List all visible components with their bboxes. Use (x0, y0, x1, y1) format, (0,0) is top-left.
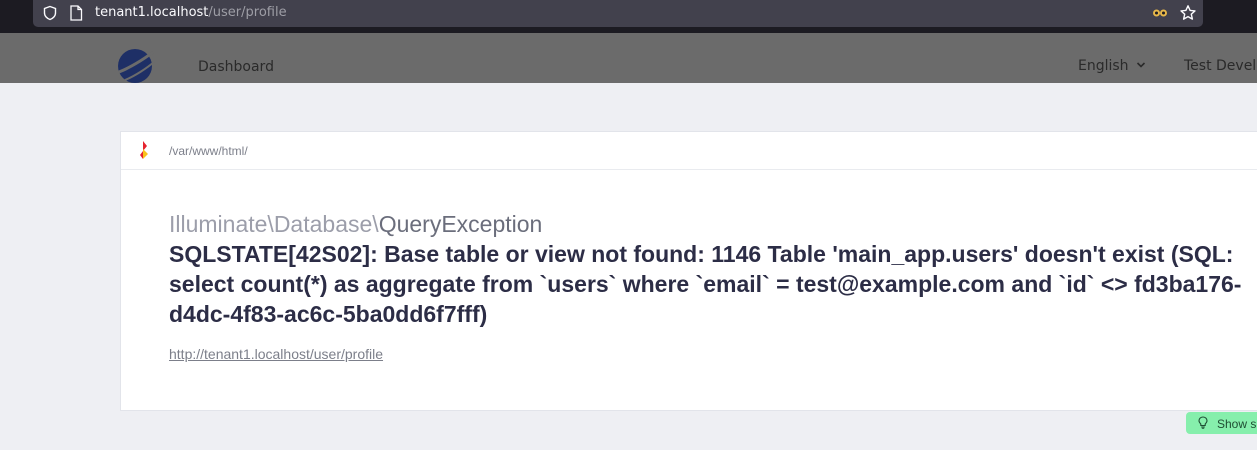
ignition-icon (140, 141, 148, 159)
nav-link-dashboard[interactable]: Dashboard (198, 59, 274, 75)
url-text[interactable]: tenant1.localhost/user/profile (95, 5, 287, 20)
exception-class: Illuminate\Database\QueryException (169, 211, 542, 238)
exception-namespace: Illuminate\Database\ (169, 211, 379, 237)
exception-message: SQLSTATE[42S02]: Base table or view not … (169, 241, 1242, 327)
address-bar[interactable]: tenant1.localhost/user/profile (33, 0, 1203, 27)
error-card: /var/www/html/ Illuminate\Database\Query… (120, 131, 1257, 411)
exception-class-name: QueryException (378, 211, 543, 237)
url-path: /user/profile (208, 5, 287, 20)
chevron-down-icon[interactable] (1136, 60, 1146, 70)
app-logo[interactable] (117, 48, 155, 84)
show-solutions-button[interactable]: Show s (1186, 412, 1257, 434)
user-menu[interactable]: Test Develo (1184, 58, 1257, 74)
page-icon (70, 5, 83, 21)
app-navbar: Dashboard English Test Develo (0, 33, 1257, 83)
browser-toolbar: tenant1.localhost/user/profile (0, 0, 1257, 33)
reader-mode-icon[interactable] (1152, 6, 1168, 20)
error-card-header: /var/www/html/ (121, 132, 1257, 170)
app-base-path: /var/www/html/ (169, 144, 248, 158)
show-solutions-label: Show s (1217, 417, 1257, 431)
bookmark-star-icon[interactable] (1179, 4, 1197, 22)
language-selector[interactable]: English (1078, 58, 1129, 74)
request-url-link[interactable]: http://tenant1.localhost/user/profile (169, 346, 383, 362)
shield-icon[interactable] (42, 5, 58, 21)
url-host: tenant1.localhost (95, 5, 209, 20)
lightbulb-icon (1198, 416, 1208, 429)
